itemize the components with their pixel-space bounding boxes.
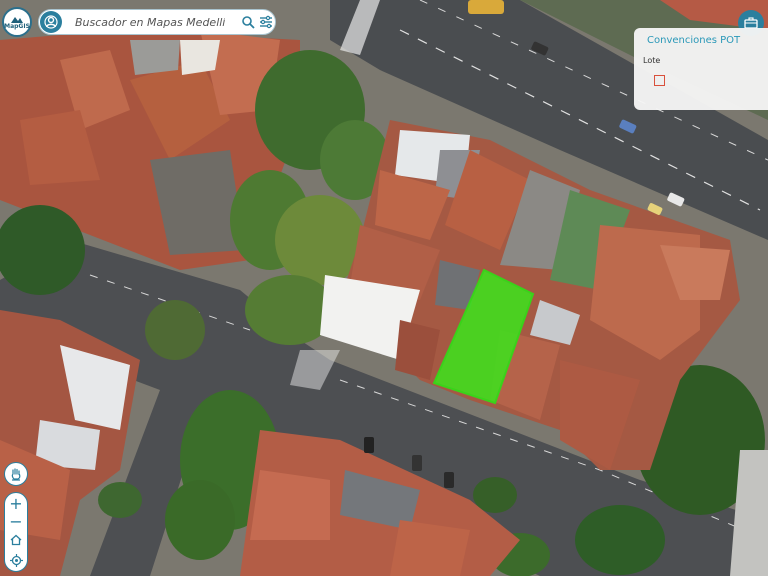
home-icon — [10, 534, 22, 546]
search-bar — [38, 9, 276, 35]
logo-text: MapGIS — [4, 23, 30, 30]
user-button[interactable] — [40, 11, 62, 33]
search-icon[interactable] — [241, 15, 255, 29]
user-icon — [44, 15, 58, 29]
legend-panel: Convenciones POT Lote — [634, 28, 768, 110]
pan-tool-button[interactable] — [4, 462, 28, 486]
locate-button[interactable] — [5, 551, 27, 569]
zoom-controls: + − — [4, 492, 28, 572]
zoom-out-button[interactable]: − — [5, 513, 27, 531]
legend-item-swatch — [654, 75, 665, 86]
home-button[interactable] — [5, 531, 27, 549]
zoom-in-icon: + — [9, 494, 23, 513]
mapgis-logo[interactable]: MapGIS — [2, 7, 32, 37]
legend-item-label: Lote — [643, 56, 661, 65]
locate-icon — [9, 553, 23, 567]
hand-icon — [11, 468, 21, 481]
search-input[interactable] — [75, 13, 225, 31]
filter-icon[interactable] — [259, 15, 273, 29]
zoom-out-icon: − — [9, 512, 23, 531]
zoom-in-button[interactable]: + — [5, 495, 27, 513]
legend-title: Convenciones POT — [647, 35, 741, 46]
vehicle-bus — [468, 0, 504, 14]
